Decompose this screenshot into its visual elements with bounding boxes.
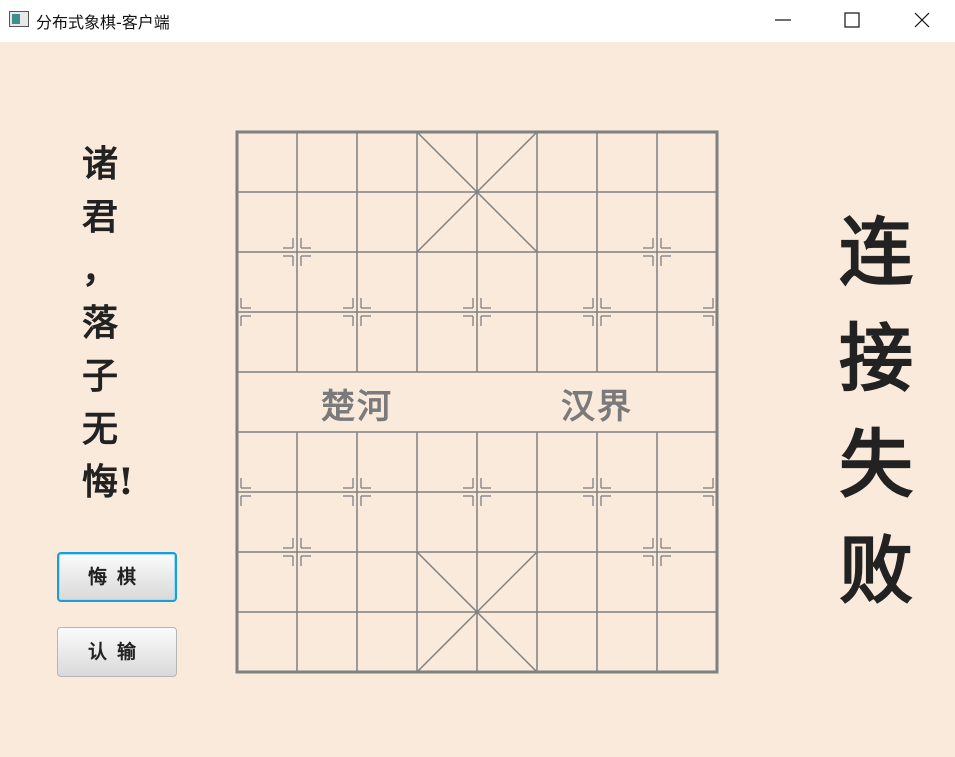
river-left-label: 楚河 <box>321 387 393 427</box>
river-right-label: 汉界 <box>561 387 633 427</box>
connection-status: 连 接 失 败 <box>839 210 913 614</box>
board-grid <box>235 130 719 674</box>
chess-board[interactable]: 楚河 汉界 <box>0 0 955 757</box>
